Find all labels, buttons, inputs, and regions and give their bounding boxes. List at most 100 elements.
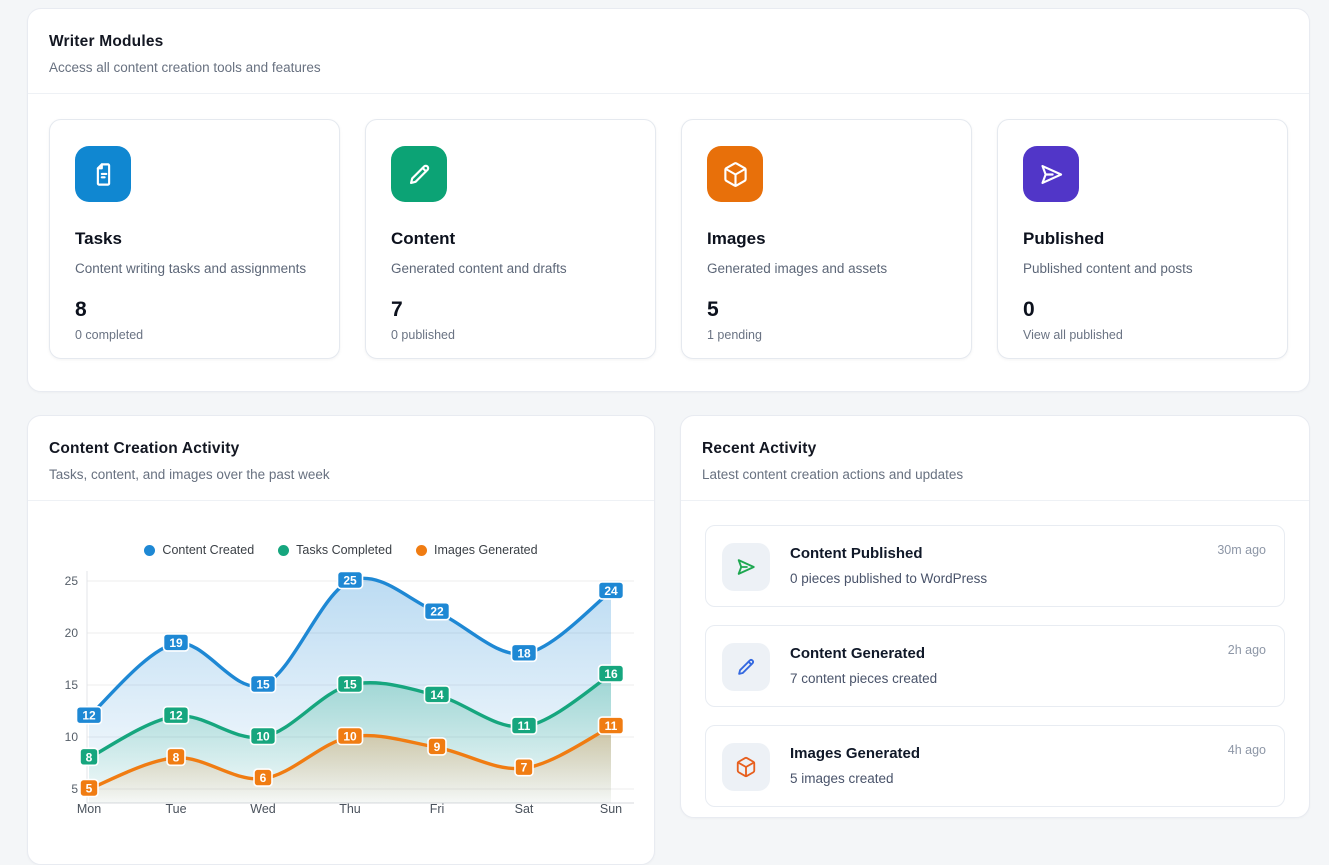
activity-chart-header: Content Creation Activity Tasks, content…	[28, 416, 654, 501]
activity-item-body: Images Generated 5 images created	[790, 743, 920, 789]
activity-description: 5 images created	[790, 771, 920, 786]
cube-icon	[722, 743, 770, 791]
module-card-count: 7	[391, 298, 630, 322]
module-card-count: 5	[707, 298, 946, 322]
legend-item-content-created[interactable]: Content Created	[144, 543, 254, 557]
module-card-description: Generated content and drafts	[391, 261, 630, 276]
activity-description: 0 pieces published to WordPress	[790, 571, 987, 586]
svg-text:25: 25	[65, 574, 79, 588]
svg-text:5: 5	[71, 782, 78, 796]
svg-text:24: 24	[604, 584, 618, 598]
activity-timestamp: 30m ago	[1217, 543, 1266, 557]
recent-activity-panel: Recent Activity Latest content creation …	[680, 415, 1310, 818]
activity-item-content-generated: Content Generated 7 content pieces creat…	[705, 625, 1285, 707]
legend-label: Tasks Completed	[296, 543, 392, 557]
activity-timestamp: 2h ago	[1228, 643, 1266, 657]
module-card-description: Published content and posts	[1023, 261, 1262, 276]
module-card-title: Tasks	[75, 229, 314, 249]
activity-title: Content Generated	[790, 645, 937, 662]
activity-item-images-generated: Images Generated 5 images created 4h ago	[705, 725, 1285, 807]
recent-activity-header: Recent Activity Latest content creation …	[681, 416, 1309, 501]
recent-activity-subtitle: Latest content creation actions and upda…	[702, 467, 1288, 482]
chart-legend: Content Created Tasks Completed Images G…	[28, 541, 654, 559]
module-card-title: Published	[1023, 229, 1262, 249]
recent-activity-title: Recent Activity	[702, 440, 1288, 458]
svg-text:20: 20	[65, 626, 79, 640]
module-card-stat: View all published	[1023, 328, 1262, 342]
svg-text:12: 12	[82, 709, 96, 723]
svg-text:18: 18	[517, 646, 531, 660]
writer-modules-panel: Writer Modules Access all content creati…	[27, 8, 1310, 392]
send-icon	[1023, 146, 1079, 202]
module-card-stat: 1 pending	[707, 328, 946, 342]
module-card-title: Content	[391, 229, 630, 249]
pencil-icon	[722, 643, 770, 691]
svg-text:Thu: Thu	[339, 802, 361, 816]
chart-subtitle: Tasks, content, and images over the past…	[49, 467, 633, 482]
svg-text:6: 6	[260, 771, 267, 785]
module-card-count: 0	[1023, 298, 1262, 322]
svg-text:25: 25	[343, 574, 357, 588]
svg-text:10: 10	[256, 730, 270, 744]
module-card-title: Images	[707, 229, 946, 249]
svg-text:10: 10	[343, 730, 357, 744]
activity-item-content-published: Content Published 0 pieces published to …	[705, 525, 1285, 607]
page-subtitle: Access all content creation tools and fe…	[49, 60, 1288, 75]
module-card-published[interactable]: Published Published content and posts 0 …	[997, 119, 1288, 359]
svg-text:12: 12	[169, 709, 183, 723]
module-card-description: Generated images and assets	[707, 261, 946, 276]
svg-text:Tue: Tue	[165, 802, 186, 816]
legend-item-tasks-completed[interactable]: Tasks Completed	[278, 543, 392, 557]
module-card-stat: 0 completed	[75, 328, 314, 342]
activity-timestamp: 4h ago	[1228, 743, 1266, 757]
svg-text:9: 9	[434, 740, 441, 754]
send-icon	[722, 543, 770, 591]
svg-text:Wed: Wed	[250, 802, 276, 816]
module-card-description: Content writing tasks and assignments	[75, 261, 314, 276]
svg-text:15: 15	[65, 678, 79, 692]
module-card-content[interactable]: Content Generated content and drafts 7 0…	[365, 119, 656, 359]
svg-text:Fri: Fri	[430, 802, 445, 816]
activity-description: 7 content pieces created	[790, 671, 937, 686]
svg-text:14: 14	[430, 688, 444, 702]
legend-dot	[416, 545, 427, 556]
svg-text:11: 11	[605, 719, 618, 733]
svg-text:15: 15	[256, 678, 270, 692]
svg-text:5: 5	[86, 782, 93, 796]
module-cards-row: Tasks Content writing tasks and assignme…	[28, 94, 1309, 384]
page-root: { "writer_modules": { "title": "Writer M…	[0, 0, 1329, 829]
svg-text:8: 8	[173, 750, 180, 764]
svg-text:15: 15	[343, 678, 357, 692]
page-title: Writer Modules	[49, 33, 1288, 51]
svg-text:22: 22	[430, 605, 444, 619]
legend-item-images-generated[interactable]: Images Generated	[416, 543, 538, 557]
recent-activity-list: Content Published 0 pieces published to …	[681, 501, 1309, 831]
svg-text:Sat: Sat	[515, 802, 534, 816]
activity-chart-panel: Content Creation Activity Tasks, content…	[27, 415, 655, 865]
svg-text:Sun: Sun	[600, 802, 622, 816]
svg-text:8: 8	[86, 750, 93, 764]
activity-title: Content Published	[790, 545, 987, 562]
activity-title: Images Generated	[790, 745, 920, 762]
activity-item-body: Content Published 0 pieces published to …	[790, 543, 987, 589]
activity-line-chart[interactable]: 5 10 15 20 25 Mon Tue Wed Thu Fri Sat Sun 12 19 15 25 22…	[28, 559, 654, 834]
svg-text:11: 11	[518, 719, 531, 733]
module-card-count: 8	[75, 298, 314, 322]
legend-dot	[144, 545, 155, 556]
svg-text:10: 10	[65, 730, 79, 744]
writer-modules-header: Writer Modules Access all content creati…	[28, 9, 1309, 94]
module-card-stat: 0 published	[391, 328, 630, 342]
activity-item-body: Content Generated 7 content pieces creat…	[790, 643, 937, 689]
legend-label: Content Created	[162, 543, 254, 557]
svg-text:16: 16	[604, 667, 618, 681]
legend-label: Images Generated	[434, 543, 538, 557]
document-icon	[75, 146, 131, 202]
chart-title: Content Creation Activity	[49, 440, 633, 458]
svg-text:7: 7	[521, 761, 528, 775]
svg-text:Mon: Mon	[77, 802, 101, 816]
svg-text:19: 19	[169, 636, 183, 650]
module-card-images[interactable]: Images Generated images and assets 5 1 p…	[681, 119, 972, 359]
cube-icon	[707, 146, 763, 202]
legend-dot	[278, 545, 289, 556]
module-card-tasks[interactable]: Tasks Content writing tasks and assignme…	[49, 119, 340, 359]
